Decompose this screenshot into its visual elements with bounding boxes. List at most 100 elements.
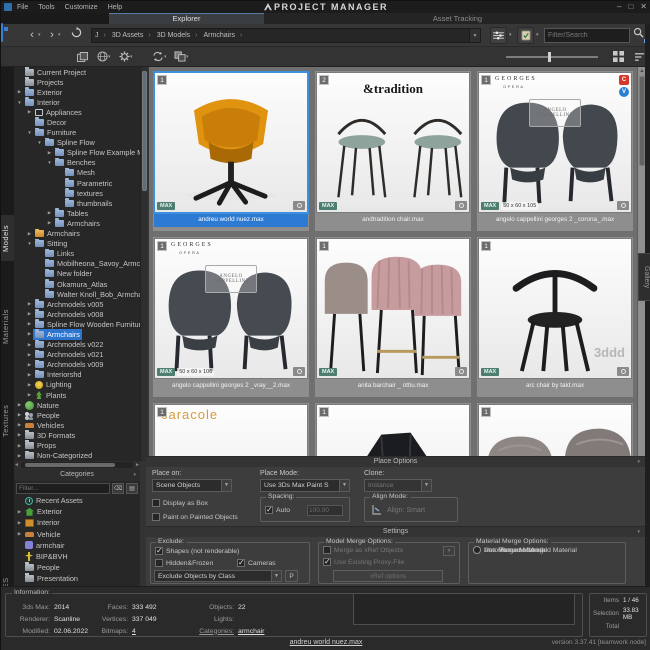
asset-filename[interactable]: arc chair by takt.max (478, 379, 632, 393)
shapes-checkbox[interactable]: Shapes (not renderable) (155, 547, 239, 555)
tab-explorer[interactable]: Explorer (109, 13, 264, 24)
expand-arrow-icon[interactable]: ▶ (26, 331, 33, 337)
tree-item[interactable]: Projects (14, 77, 140, 87)
merge-dropdown-icon[interactable]: ▾ (186, 49, 189, 65)
tree-item[interactable]: Decor (14, 117, 140, 127)
expand-arrow-icon[interactable]: ▶ (26, 301, 33, 307)
category-item[interactable]: ▶ Exterior (14, 506, 140, 517)
categories-header[interactable]: Categories (14, 469, 140, 481)
tree-item[interactable]: ▶ Archmodels v008 (14, 309, 140, 319)
tree-item[interactable]: ▶ Armchairs (14, 329, 140, 339)
tree-item[interactable]: ▶ Interiorshd (14, 370, 140, 380)
merge-icon[interactable] (173, 50, 187, 63)
back-dropdown-icon[interactable]: ▾ (38, 27, 41, 43)
expand-arrow-icon[interactable]: ▶ (16, 432, 23, 438)
tree-item[interactable]: ▼ Furniture (14, 128, 140, 138)
category-item[interactable]: ▶ Interior (14, 517, 140, 528)
category-item[interactable]: BIP&BVH (14, 551, 140, 562)
hidden-frozen-checkbox[interactable]: Hidden&Frozen (155, 559, 213, 567)
expand-arrow-icon[interactable]: ▼ (26, 130, 33, 135)
cameras-checkbox[interactable]: Cameras (237, 559, 276, 567)
expand-arrow-icon[interactable]: ▶ (16, 89, 23, 95)
panels-icon[interactable] (75, 50, 89, 63)
expand-arrow-icon[interactable]: ▼ (26, 241, 33, 246)
expand-arrow-icon[interactable]: ▶ (16, 509, 23, 515)
paint-on-painted-checkbox[interactable]: Paint on Painted Objects (152, 513, 238, 521)
minimize-icon[interactable]: – (617, 1, 621, 13)
expand-arrow-icon[interactable]: ▶ (26, 109, 33, 115)
expand-arrow-icon[interactable]: ▶ (16, 520, 23, 526)
expand-arrow-icon[interactable]: ▶ (46, 220, 53, 226)
tree-item[interactable]: ▶ Armchairs (14, 218, 140, 228)
asset-thumbnail[interactable]: 1 CV MAX andreu world nuez.max (153, 71, 309, 231)
tree-item[interactable]: Parametric (14, 178, 140, 188)
merge-xref-checkbox[interactable]: Merge as xRef Objects (323, 546, 403, 554)
side-tab[interactable]: Materials (1, 299, 14, 355)
tree-item[interactable]: ▶ Archmodels v005 (14, 299, 140, 309)
refresh-icon[interactable] (69, 27, 83, 43)
asset-filename[interactable]: anita barchair _ ottiu.max (316, 379, 470, 393)
tree-item[interactable]: textures (14, 188, 140, 198)
tree-item[interactable]: ▼ Interior (14, 97, 140, 107)
tree-item[interactable]: thumbnails (14, 198, 140, 208)
spacing-auto-checkbox[interactable]: Auto (265, 506, 290, 514)
tree-item[interactable]: ▶ Archmodels v022 (14, 340, 140, 350)
checklist-icon[interactable] (517, 27, 534, 44)
expand-arrow-icon[interactable]: ▶ (26, 321, 33, 327)
forward-icon[interactable]: › (47, 27, 57, 43)
category-item[interactable]: armchair (14, 540, 140, 551)
expand-arrow-icon[interactable]: ▶ (26, 382, 33, 388)
category-item[interactable]: Recent Assets (14, 495, 140, 506)
expand-arrow-icon[interactable]: ▶ (26, 392, 33, 398)
expand-arrow-icon[interactable]: ▼ (16, 100, 23, 105)
tree-item[interactable]: Mesh (14, 168, 140, 178)
forward-dropdown-icon[interactable]: ▾ (58, 27, 61, 43)
close-icon[interactable]: ✕ (640, 1, 647, 13)
expand-arrow-icon[interactable]: ▶ (26, 372, 33, 378)
tree-item[interactable]: Links (14, 249, 140, 259)
back-icon[interactable]: ‹ (27, 27, 37, 43)
camera-icon[interactable] (455, 367, 467, 376)
tree-item[interactable]: ▼ Spline Flow (14, 138, 140, 148)
tree-item[interactable]: Current Project (14, 67, 140, 77)
xref-options-button[interactable]: xRef options (333, 570, 443, 582)
replace-icon[interactable] (151, 50, 165, 63)
tree-item[interactable]: ▶ Archmodels v009 (14, 360, 140, 370)
project-manager-icon[interactable] (1, 23, 3, 42)
expand-arrow-icon[interactable]: ▼ (36, 140, 43, 145)
tree-item[interactable]: ▶ Armchairs (14, 229, 140, 239)
tree-item[interactable]: ▶ Vehicles (14, 420, 140, 430)
search-icon[interactable] (632, 27, 645, 43)
tree-item[interactable]: ▶ Appliances (14, 107, 140, 117)
camera-icon[interactable] (617, 201, 629, 210)
spacing-value-input[interactable] (307, 505, 343, 516)
camera-icon[interactable] (455, 201, 467, 210)
place-on-select[interactable]: Scene Objects▼ (152, 479, 232, 492)
settings-header[interactable]: Settings (146, 527, 645, 537)
tree-item[interactable]: Walter Knoll_Bob_Armcha (14, 289, 140, 299)
breadcrumb-dropdown-icon[interactable]: ▼ (469, 28, 481, 43)
tree-item[interactable]: ▶ Spline Flow Wooden Furniture (14, 319, 140, 329)
gear-dropdown-icon[interactable]: ▾ (130, 49, 133, 65)
categories-filter-input[interactable] (16, 483, 110, 494)
asset-filename[interactable]: angelo cappellini georges 2 _vray__2.max (154, 379, 308, 393)
category-item[interactable]: ▶ Vehicle (14, 529, 140, 540)
tree-horizontal-scrollbar[interactable]: ◄► (14, 461, 140, 469)
expand-arrow-icon[interactable]: ▶ (16, 453, 23, 459)
exclude-by-class-select[interactable]: Exclude Objects by Class▼ (154, 570, 282, 582)
asset-thumbnail[interactable]: 3ddd 1 CV MAX arc chair by takt.max (477, 237, 633, 397)
expand-arrow-icon[interactable]: ▶ (16, 412, 23, 418)
tree-item[interactable]: ▶ Tables (14, 208, 140, 218)
asset-thumbnail[interactable]: &tradition 2 CV MAX andtradition chair.m… (315, 71, 471, 231)
breadcrumb-item[interactable]: 3D Models (154, 32, 201, 39)
tree-item[interactable]: ▶ Exterior (14, 87, 140, 97)
expand-arrow-icon[interactable]: ▶ (26, 362, 33, 368)
display-as-box-checkbox[interactable]: Display as Box (152, 499, 208, 507)
use-proxy-checkbox[interactable]: Use Existing Proxy-File (323, 558, 404, 566)
category-item[interactable]: People (14, 562, 140, 573)
tree-item[interactable]: ▼ Benches (14, 158, 140, 168)
category-item[interactable]: Presentation (14, 573, 140, 584)
view-options-dropdown-icon[interactable]: ▾ (509, 27, 512, 43)
breadcrumb-item[interactable]: J (92, 32, 109, 39)
tree-item[interactable]: ▶ 3D Formats (14, 430, 140, 440)
